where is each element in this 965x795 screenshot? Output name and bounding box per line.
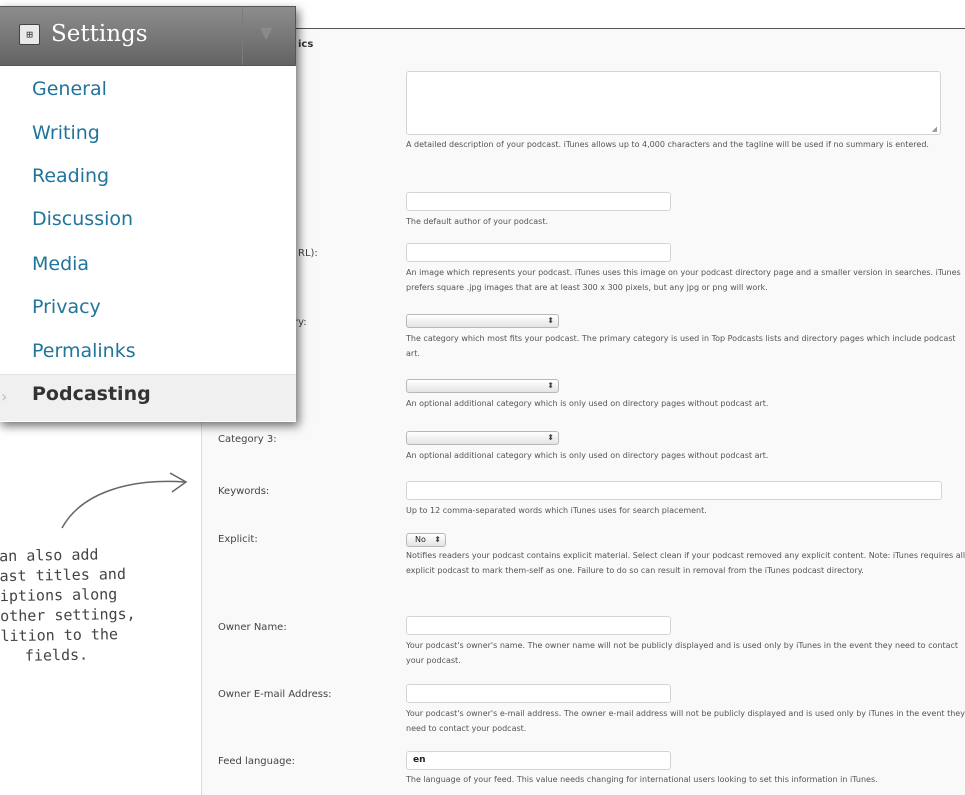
annotation-arrow-icon bbox=[61, 472, 188, 529]
annotation-line: fields. bbox=[24, 645, 89, 665]
annotation-line: other settings, bbox=[0, 604, 136, 626]
annotation-line: ast titles and bbox=[0, 564, 127, 586]
annotation-line: iptions along bbox=[0, 585, 118, 606]
annotation-line: lition to the bbox=[0, 625, 119, 646]
annotation-line: an also add bbox=[0, 545, 99, 566]
annotation-note: an also add ast titles and iptions along… bbox=[0, 544, 137, 666]
